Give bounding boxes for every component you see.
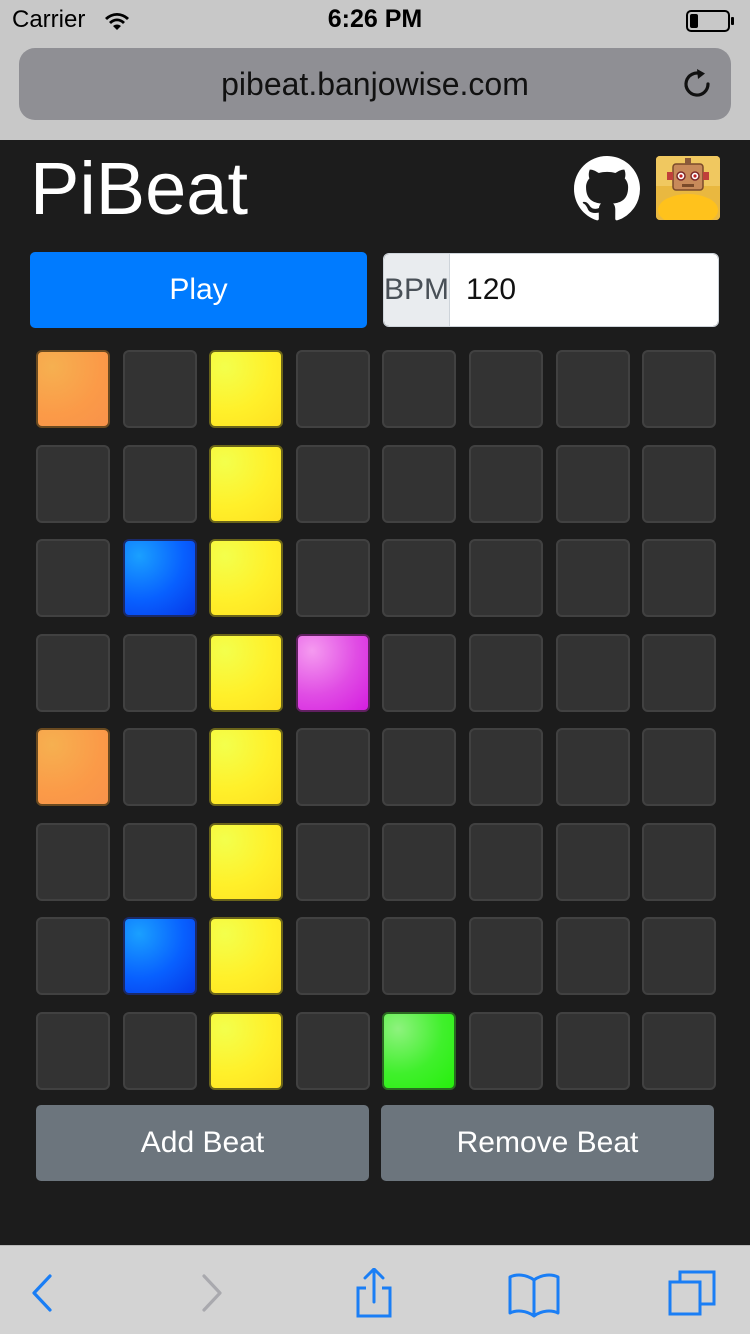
- reload-icon[interactable]: [679, 66, 715, 102]
- url-text[interactable]: pibeat.banjowise.com: [19, 66, 731, 103]
- beat-pad[interactable]: [295, 350, 370, 428]
- beat-pad[interactable]: [468, 728, 543, 806]
- bpm-field[interactable]: [450, 254, 718, 326]
- beat-pad[interactable]: [382, 350, 457, 428]
- share-icon[interactable]: [346, 1268, 402, 1318]
- beat-pad[interactable]: [382, 1011, 457, 1090]
- beat-pad[interactable]: [555, 350, 630, 428]
- beat-pad[interactable]: [36, 917, 110, 995]
- beat-pad[interactable]: [555, 822, 630, 901]
- beat-pad[interactable]: [468, 822, 543, 901]
- beat-pad[interactable]: [209, 633, 284, 712]
- beat-pad[interactable]: [36, 728, 110, 806]
- beat-pad[interactable]: [295, 539, 370, 617]
- battery-icon: [686, 10, 734, 32]
- beat-pad[interactable]: [122, 633, 197, 712]
- beat-pad[interactable]: [382, 444, 457, 523]
- beat-pad[interactable]: [36, 444, 110, 523]
- beat-pad[interactable]: [555, 728, 630, 806]
- beat-pad[interactable]: [36, 633, 110, 712]
- beat-pad[interactable]: [209, 728, 284, 806]
- beat-row: [36, 350, 717, 428]
- avatar[interactable]: [656, 156, 720, 220]
- beat-pad[interactable]: [295, 822, 370, 901]
- beat-pad[interactable]: [555, 917, 630, 995]
- beat-pad[interactable]: [36, 539, 110, 617]
- beat-pad[interactable]: [209, 822, 284, 901]
- beat-pad[interactable]: [36, 1011, 110, 1090]
- beat-pad[interactable]: [122, 539, 197, 617]
- beat-pad[interactable]: [382, 539, 457, 617]
- beat-pad[interactable]: [382, 917, 457, 995]
- beat-pad[interactable]: [295, 728, 370, 806]
- beat-pad[interactable]: [36, 350, 110, 428]
- browser-top-chrome: Carrier 6:26 PM pibeat.banjowise.com: [0, 0, 750, 140]
- beat-row: [36, 822, 717, 901]
- beat-row: [36, 728, 717, 806]
- beat-pad[interactable]: [555, 1011, 630, 1090]
- back-icon[interactable]: [16, 1268, 72, 1318]
- remove-beat-button[interactable]: Remove Beat: [381, 1105, 714, 1181]
- forward-icon[interactable]: [182, 1268, 238, 1318]
- github-icon[interactable]: [574, 156, 640, 222]
- bookmarks-icon[interactable]: [506, 1268, 562, 1318]
- beat-pad[interactable]: [642, 917, 717, 995]
- beat-pad[interactable]: [122, 1011, 197, 1090]
- beat-pad[interactable]: [642, 728, 717, 806]
- bpm-input-group: BPM: [383, 253, 719, 327]
- beat-pad[interactable]: [642, 1011, 717, 1090]
- beat-pad[interactable]: [468, 350, 543, 428]
- add-beat-button[interactable]: Add Beat: [36, 1105, 369, 1181]
- beat-row: [36, 633, 717, 712]
- beat-pad[interactable]: [209, 917, 284, 995]
- beat-pad[interactable]: [295, 1011, 370, 1090]
- beat-pad[interactable]: [642, 633, 717, 712]
- play-button[interactable]: Play: [30, 252, 367, 328]
- beat-pad[interactable]: [555, 633, 630, 712]
- beat-row: [36, 1011, 717, 1090]
- browser-toolbar: [0, 1245, 750, 1334]
- beat-row: [36, 444, 717, 523]
- beat-grid: [36, 350, 717, 1106]
- beat-pad[interactable]: [382, 822, 457, 901]
- robot-avatar-icon: [656, 156, 720, 220]
- beat-row: [36, 539, 717, 617]
- address-bar[interactable]: pibeat.banjowise.com: [19, 48, 731, 120]
- beat-pad[interactable]: [468, 633, 543, 712]
- beat-pad[interactable]: [209, 350, 284, 428]
- bpm-label: BPM: [384, 254, 451, 326]
- beat-pad[interactable]: [209, 444, 284, 523]
- beat-pad[interactable]: [122, 822, 197, 901]
- tabs-icon[interactable]: [666, 1268, 722, 1318]
- beat-pad[interactable]: [122, 728, 197, 806]
- status-time: 6:26 PM: [327, 5, 423, 33]
- beat-pad[interactable]: [555, 539, 630, 617]
- beat-row: [36, 917, 717, 995]
- beat-pad[interactable]: [468, 1011, 543, 1090]
- beat-pad[interactable]: [382, 728, 457, 806]
- page-title: PiBeat: [30, 147, 249, 230]
- beat-pad[interactable]: [122, 444, 197, 523]
- beat-pad[interactable]: [555, 444, 630, 523]
- beat-pad[interactable]: [642, 444, 717, 523]
- beat-pad[interactable]: [295, 444, 370, 523]
- beat-pad[interactable]: [122, 917, 197, 995]
- beat-pad[interactable]: [209, 539, 284, 617]
- beat-pad[interactable]: [642, 539, 717, 617]
- beat-pad[interactable]: [468, 539, 543, 617]
- beat-pad[interactable]: [122, 350, 197, 428]
- beat-pad[interactable]: [468, 917, 543, 995]
- beat-pad[interactable]: [36, 822, 110, 901]
- beat-pad[interactable]: [295, 917, 370, 995]
- status-bar: Carrier 6:26 PM: [0, 0, 750, 40]
- beat-pad[interactable]: [468, 444, 543, 523]
- beat-pad[interactable]: [642, 350, 717, 428]
- beat-pad[interactable]: [295, 633, 370, 712]
- beat-pad[interactable]: [642, 822, 717, 901]
- beat-pad[interactable]: [209, 1011, 284, 1090]
- beat-pad[interactable]: [382, 633, 457, 712]
